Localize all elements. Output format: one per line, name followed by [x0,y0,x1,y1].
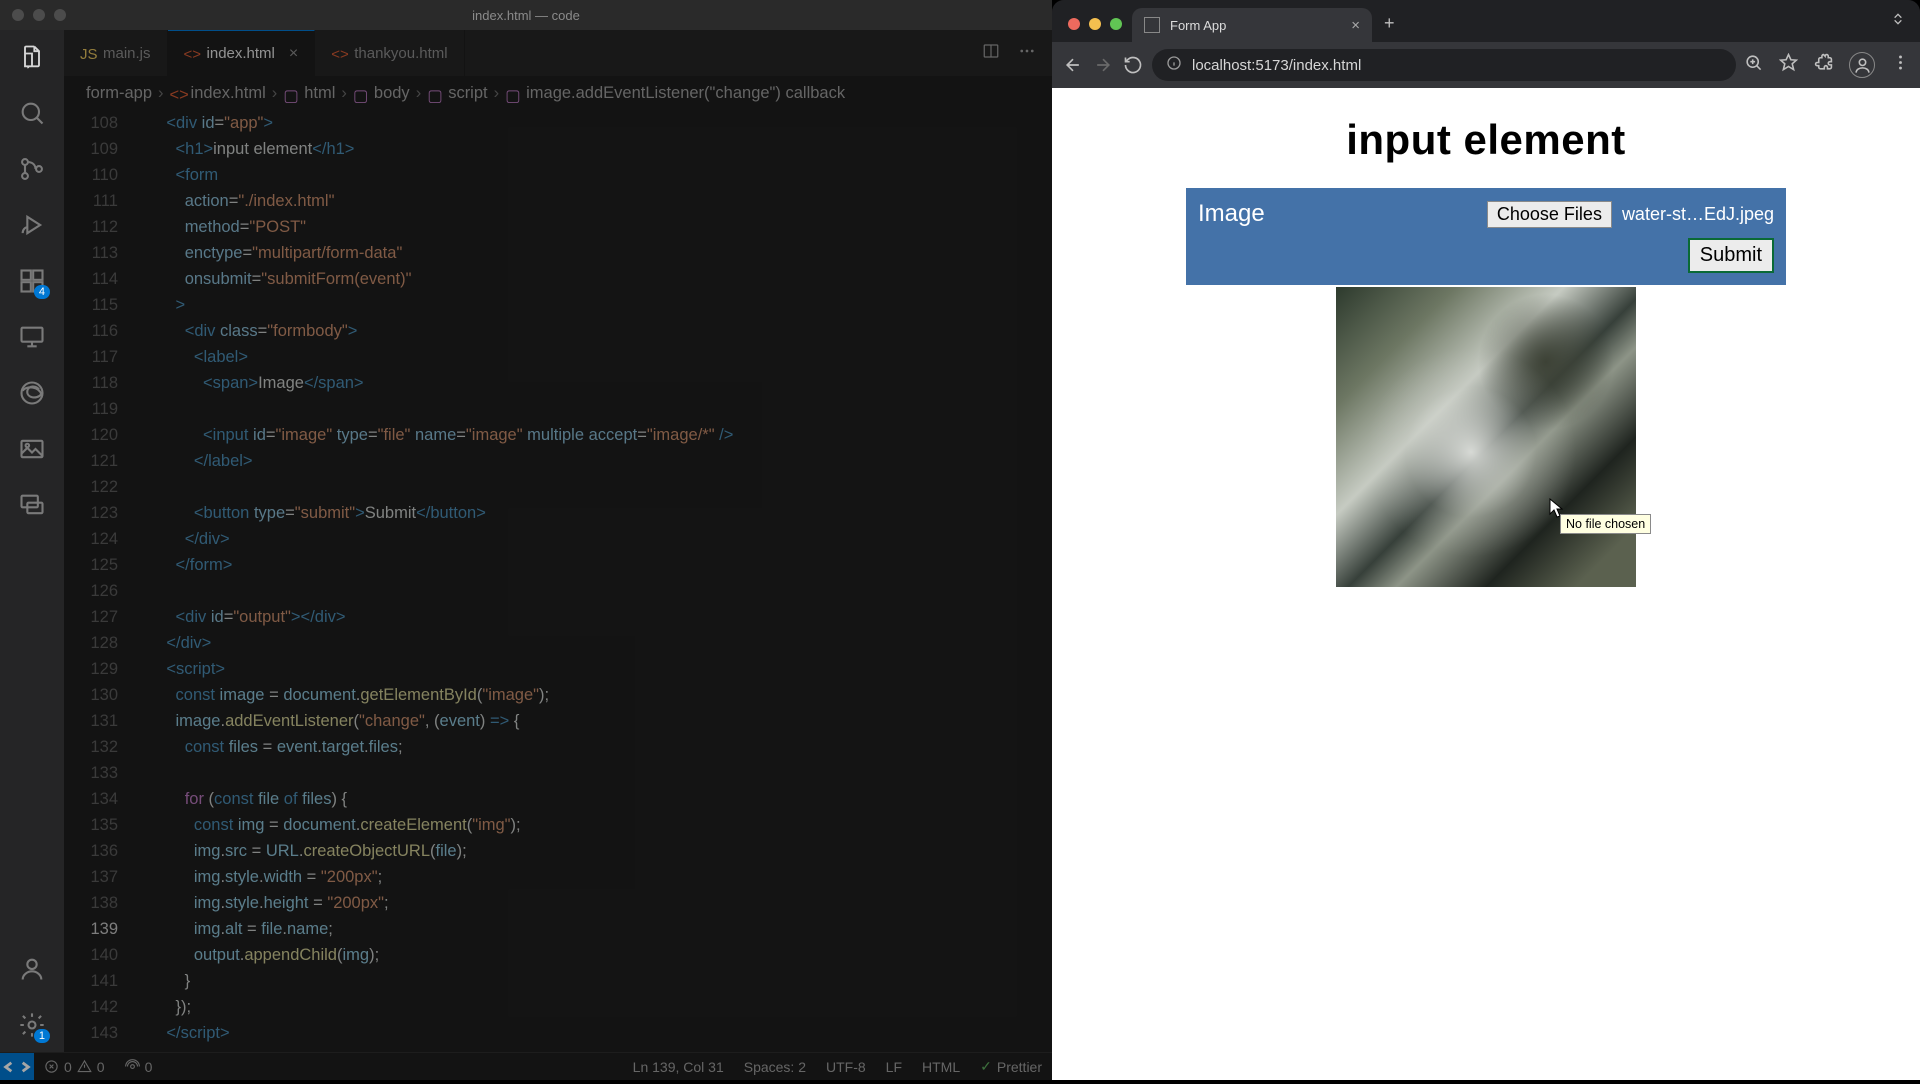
comments-icon[interactable] [17,490,47,520]
tab-thankyou-html[interactable]: <> thankyou.html [315,30,464,76]
edge-tools-icon[interactable] [17,378,47,408]
html-file-icon: <> [331,46,346,61]
js-file-icon: JS [80,46,95,61]
symbol-icon: ▢ [427,86,442,101]
site-info-icon[interactable] [1166,55,1182,75]
url-text: localhost:5173/index.html [1192,57,1361,74]
vscode-window: index.html — code 4 [0,0,1052,1080]
breadcrumb-item[interactable]: image.addEventListener("change") callbac… [526,84,845,103]
window-expand-icon[interactable] [1890,11,1906,32]
html-file-icon: <> [184,46,199,61]
profile-avatar-icon[interactable] [1849,52,1875,78]
search-icon[interactable] [17,98,47,128]
extensions-badge: 4 [34,285,50,299]
image-preview [1336,287,1636,587]
browser-toolbar: localhost:5173/index.html [1052,42,1920,88]
html-file-icon: <> [170,86,185,101]
vscode-window-title: index.html — code [472,8,580,23]
address-bar[interactable]: localhost:5173/index.html [1152,49,1736,81]
tab-label: thankyou.html [354,45,447,62]
breadcrumb-item[interactable]: html [304,84,335,103]
favicon-icon [1144,17,1160,33]
form-body: Image Choose Files water-st…EdJ.jpeg Sub… [1186,188,1786,285]
status-eol[interactable]: LF [876,1059,912,1075]
tab-title: Form App [1170,18,1226,33]
choose-files-button[interactable]: Choose Files [1487,201,1612,228]
forward-icon[interactable] [1092,54,1114,76]
reload-icon[interactable] [1122,54,1144,76]
remote-indicator[interactable] [0,1053,34,1080]
status-formatter[interactable]: ✓Prettier [970,1058,1052,1075]
browser-menu-icon[interactable] [1891,53,1910,77]
vscode-traffic-lights[interactable] [12,9,66,21]
breadcrumb-file[interactable]: index.html [191,84,266,103]
close-icon[interactable]: × [1351,17,1360,34]
selected-file-name: water-st…EdJ.jpeg [1622,204,1774,225]
new-tab-button[interactable]: + [1384,13,1395,34]
settings-gear-icon[interactable]: 1 [17,1010,47,1040]
code-editor[interactable]: 1081091101111121131141151161171181191201… [64,110,1052,1052]
close-icon[interactable]: × [289,45,298,63]
symbol-icon: ▢ [283,86,298,101]
tab-index-html[interactable]: <> index.html × [168,30,316,76]
breadcrumb-item[interactable]: script [448,84,487,103]
extensions-icon[interactable]: 4 [17,266,47,296]
remote-explorer-icon[interactable] [17,322,47,352]
breadcrumb[interactable]: form-app › <> index.html › ▢ html › ▢ bo… [64,76,1052,110]
status-indentation[interactable]: Spaces: 2 [734,1059,816,1075]
split-editor-icon[interactable] [982,42,1000,65]
page-title: input element [1346,116,1626,164]
symbol-icon: ▢ [505,86,520,101]
browser-viewport: input element Image Choose Files water-s… [1052,88,1920,1080]
breadcrumb-root[interactable]: form-app [86,84,152,103]
more-actions-icon[interactable] [1018,42,1036,65]
image-icon[interactable] [17,434,47,464]
breadcrumb-item[interactable]: body [374,84,410,103]
status-encoding[interactable]: UTF-8 [816,1059,876,1075]
back-icon[interactable] [1062,54,1084,76]
editor-tabs: JS main.js <> index.html × <> thankyou.h… [64,30,1052,76]
bookmark-star-icon[interactable] [1779,53,1798,77]
status-language[interactable]: HTML [912,1059,970,1075]
status-bar: 0 0 0 Ln 139, Col 31 Spaces: 2 UTF-8 LF … [0,1052,1052,1080]
tab-label: main.js [103,45,151,62]
explorer-icon[interactable] [17,42,47,72]
vscode-titlebar: index.html — code [0,0,1052,30]
status-cursor-position[interactable]: Ln 139, Col 31 [623,1059,734,1075]
status-errors[interactable]: 0 0 [34,1059,115,1075]
image-label: Image [1198,200,1265,228]
browser-tabstrip: Form App × + [1052,0,1920,42]
tab-main-js[interactable]: JS main.js [64,30,168,76]
symbol-icon: ▢ [353,86,368,101]
tab-label: index.html [207,45,275,62]
settings-badge: 1 [34,1029,50,1043]
file-input-tooltip: No file chosen [1560,514,1651,534]
zoom-icon[interactable] [1744,53,1763,77]
browser-window: Form App × + localhost:5173/index.html i… [1052,0,1920,1080]
submit-button[interactable]: Submit [1688,238,1774,273]
browser-traffic-lights[interactable] [1068,18,1122,30]
status-ports[interactable]: 0 [115,1059,163,1075]
extensions-puzzle-icon[interactable] [1814,53,1833,77]
run-debug-icon[interactable] [17,210,47,240]
browser-tab[interactable]: Form App × [1132,8,1372,42]
source-control-icon[interactable] [17,154,47,184]
activity-bar: 4 1 [0,30,64,1052]
account-icon[interactable] [17,954,47,984]
